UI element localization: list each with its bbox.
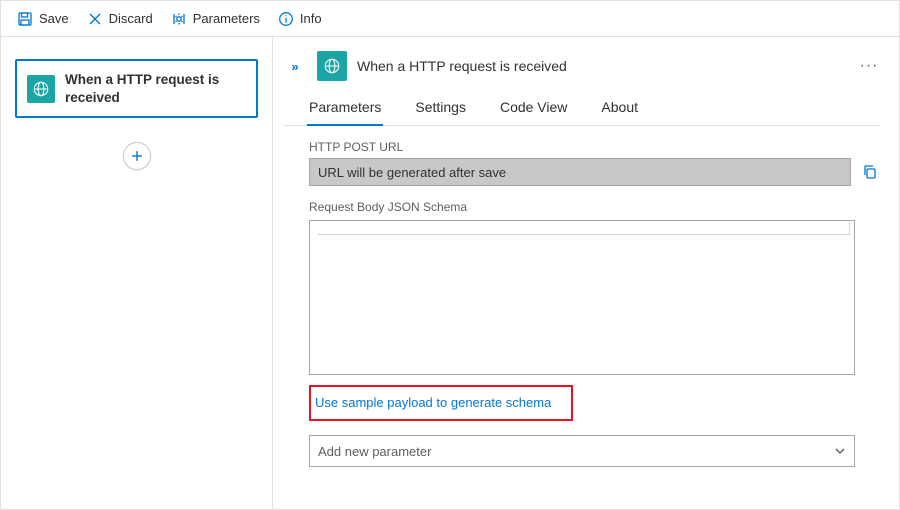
tab-parameters[interactable]: Parameters [309,93,381,125]
schema-scrollbar-hint [318,223,850,235]
http-post-url-field: URL will be generated after save [309,158,851,186]
trigger-card[interactable]: When a HTTP request is received [15,59,258,118]
add-step-button[interactable] [123,142,151,170]
parameters-content: HTTP POST URL URL will be generated afte… [283,126,881,467]
discard-icon [87,11,103,27]
detail-header: » When a HTTP request is received ··· [283,47,881,87]
designer-canvas: When a HTTP request is received [1,37,273,509]
info-label: Info [300,11,322,26]
collapse-button[interactable]: » [283,54,307,78]
sample-payload-highlight: Use sample payload to generate schema [309,385,573,421]
discard-label: Discard [109,11,153,26]
parameters-icon [171,11,187,27]
json-schema-textarea[interactable] [309,220,855,375]
save-icon [17,11,33,27]
save-button[interactable]: Save [9,7,77,31]
url-value: URL will be generated after save [318,165,506,180]
parameters-label: Parameters [193,11,260,26]
http-request-icon [27,75,55,103]
tab-about[interactable]: About [601,93,638,125]
main-area: When a HTTP request is received » When a… [1,37,899,509]
more-button[interactable]: ··· [857,54,881,78]
save-label: Save [39,11,69,26]
tab-bar: Parameters Settings Code View About [283,87,881,126]
toolbar: Save Discard Parameters Info [1,1,899,37]
tab-settings[interactable]: Settings [415,93,466,125]
parameters-button[interactable]: Parameters [163,7,268,31]
trigger-card-label: When a HTTP request is received [65,71,246,106]
chevron-down-icon [834,445,846,457]
info-button[interactable]: Info [270,7,330,31]
add-parameter-label: Add new parameter [318,444,431,459]
use-sample-payload-link[interactable]: Use sample payload to generate schema [315,395,551,410]
detail-panel: » When a HTTP request is received ··· Pa… [273,37,899,509]
add-parameter-dropdown[interactable]: Add new parameter [309,435,855,467]
detail-title: When a HTTP request is received [357,58,847,74]
tab-code-view[interactable]: Code View [500,93,567,125]
http-request-icon [317,51,347,81]
schema-label: Request Body JSON Schema [309,200,881,214]
discard-button[interactable]: Discard [79,7,161,31]
info-icon [278,11,294,27]
copy-url-button[interactable] [859,161,881,183]
url-label: HTTP POST URL [309,140,881,154]
